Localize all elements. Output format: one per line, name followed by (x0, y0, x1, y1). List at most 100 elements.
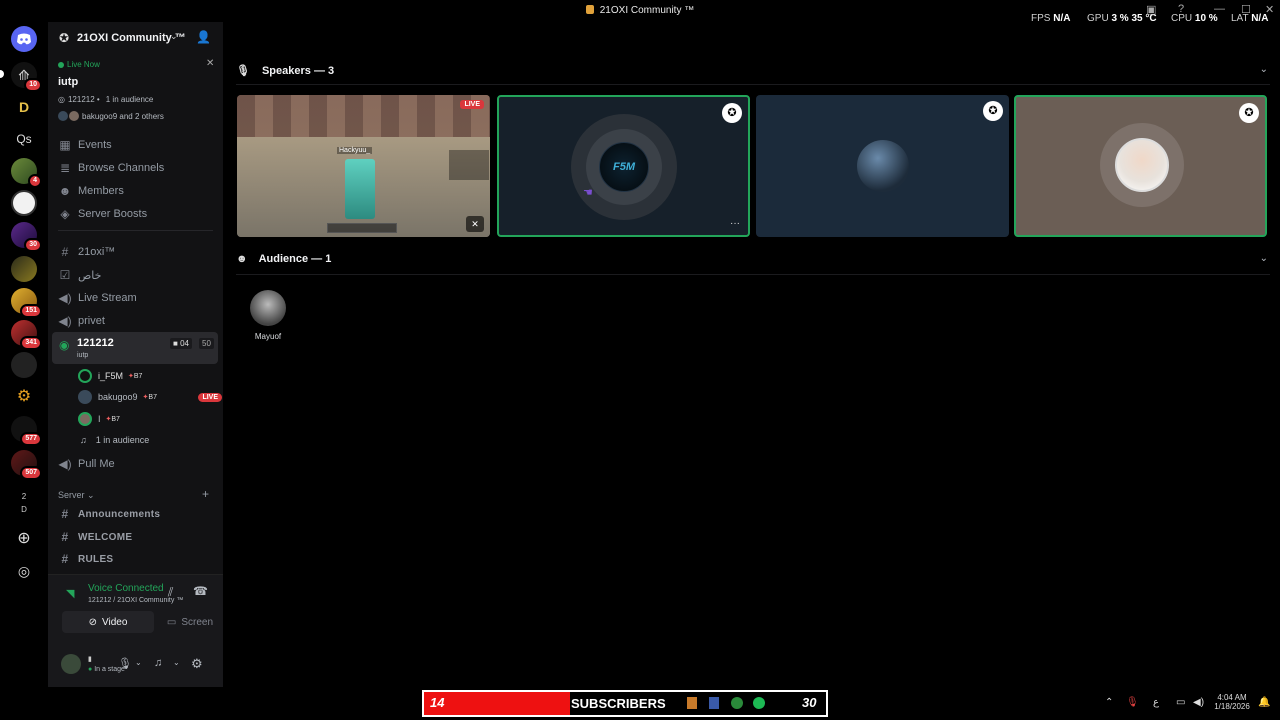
close-window-button[interactable]: ✕ (1265, 3, 1274, 16)
guild-tag: ✦B7 (105, 416, 120, 423)
server-icon[interactable]: 4 (11, 158, 42, 188)
server-header[interactable]: ✪ 21OXI Community ™ ⌄ 👤 (48, 22, 223, 56)
xbox-icon[interactable] (731, 697, 743, 709)
server-icon[interactable]: D (11, 94, 37, 120)
server-icon[interactable]: 151 (11, 288, 42, 318)
add-server-button[interactable]: ⊕ (11, 526, 37, 552)
server-icon[interactable]: ⚙ (11, 384, 37, 410)
add-channel-button[interactable]: + (202, 487, 209, 501)
nav-events[interactable]: ▦ Events (58, 135, 216, 155)
settings-gear-icon[interactable]: ⚙ (191, 656, 203, 672)
live-now-card[interactable]: Live Now ✕ iutp ◎ 121212 • 1 in audience … (56, 58, 216, 122)
channel-21oxi[interactable]: #21oxi™ (58, 242, 216, 262)
server-icon[interactable] (11, 256, 37, 282)
headphones-icon[interactable]: ♫ (154, 657, 162, 669)
volume-icon[interactable]: ◀) (1193, 697, 1204, 708)
server-icon[interactable]: ⟰ 10 (11, 62, 42, 92)
language-indicator[interactable]: ع (1153, 697, 1159, 708)
help-icon[interactable]: ? (1178, 3, 1184, 15)
live-viewers: bakugoo9 and 2 others (58, 111, 164, 121)
chevron-up-icon[interactable]: ⌃ (1105, 697, 1113, 708)
server-folder[interactable]: 2D (11, 490, 37, 516)
category-server[interactable]: Server ⌄ (58, 490, 95, 501)
minimize-button[interactable]: — (1214, 3, 1225, 15)
maximize-button[interactable]: ☐ (1241, 3, 1251, 16)
video-button[interactable]: ⊘ Video (62, 611, 154, 633)
invite-people-icon[interactable]: 👤 (196, 30, 211, 44)
avatar (78, 412, 92, 426)
active-stage-channel[interactable]: ◉ 121212 iutp ■ 04 50 (52, 332, 218, 364)
speaker-icon: ◀) (58, 314, 72, 328)
voice-user[interactable]: bakugoo9 ✦B7 LIVE (78, 388, 222, 406)
nav-browse-channels[interactable]: ≣ Browse Channels (58, 158, 216, 178)
close-icon[interactable]: ✕ (206, 58, 214, 69)
live-now-status: Live Now (58, 60, 100, 69)
disconnect-icon[interactable]: ☎ (193, 584, 208, 598)
server-rail: ⟰ 10 D Qs 4 30 151 341 ⚙ 577 507 2D ⊕ ◎ (0, 22, 48, 687)
avatar[interactable] (61, 654, 81, 674)
text-channel-icon: ☑ (59, 268, 71, 282)
notifications-icon[interactable]: 🔔 (1258, 697, 1270, 708)
channel-pull-me[interactable]: ◀) Pull Me (58, 454, 216, 474)
nav-members[interactable]: ☻ Members (58, 181, 216, 201)
hotbar (327, 223, 397, 233)
channel-privet[interactable]: ◀) privet (58, 311, 216, 331)
app-icon[interactable] (687, 697, 697, 709)
muted-speaker-icon[interactable]: ✕ (466, 216, 484, 232)
channel-announcements[interactable]: # Announcements (58, 504, 216, 524)
microphone-icon[interactable]: 🎙 (1126, 697, 1139, 708)
more-options-icon[interactable]: ··· (730, 218, 740, 229)
calendar-icon: ▦ (59, 138, 71, 152)
discover-button[interactable]: ◎ (11, 558, 37, 584)
server-icon[interactable] (11, 352, 37, 378)
live-badge: LIVE (198, 392, 222, 402)
chevron-down-icon[interactable]: ⌄ (173, 658, 180, 667)
avatar (58, 111, 68, 121)
server-icon[interactable]: 30 (11, 222, 42, 252)
clock[interactable]: 4:04 AM 1/18/2026 (1212, 693, 1252, 711)
inbox-icon[interactable]: ▣ (1146, 3, 1156, 16)
network-icon[interactable]: ▭ (1176, 697, 1185, 708)
chevron-down-icon[interactable]: ⌄ (1260, 253, 1268, 264)
audience-count[interactable]: ♫ 1 in audience (78, 431, 149, 449)
speakers-header[interactable]: 🎙 Speakers — 3 (236, 64, 334, 78)
members-icon: ☻ (236, 253, 248, 265)
voice-user[interactable]: i_F5M ✦B7 (78, 367, 142, 385)
server-icon[interactable]: 341 (11, 320, 42, 350)
noise-suppression-icon[interactable]: ⫽ (168, 585, 173, 600)
unread-pill (0, 70, 4, 78)
channel-sidebar: ✪ 21OXI Community ™ ⌄ 👤 Live Now ✕ iutp … (48, 22, 223, 687)
nav-server-boosts[interactable]: ◈ Server Boosts (58, 204, 216, 224)
discord-home-button[interactable] (11, 26, 37, 52)
screen-share-button[interactable]: ▭ Screen (160, 611, 220, 633)
audience-header[interactable]: ☻ Audience — 1 (236, 253, 331, 265)
chevron-down-icon[interactable]: ⌄ (135, 658, 142, 667)
speaker-tile[interactable]: ✪ (1014, 95, 1267, 237)
screen-icon: ▭ (166, 616, 177, 628)
channel-welcome[interactable]: # WELCOME (58, 527, 216, 547)
server-icon-qs[interactable]: Qs (11, 126, 37, 152)
avatar[interactable] (250, 290, 286, 326)
player-character (345, 159, 375, 219)
guild-tag: ✦B7 (142, 394, 157, 401)
speaker-tile[interactable]: ✪ (756, 95, 1009, 237)
stage-icon: ◉ (59, 338, 70, 352)
server-icon[interactable]: 577 (11, 416, 42, 446)
moderator-icon: ✪ (1239, 103, 1259, 123)
hash-icon: # (61, 530, 69, 544)
channel-rules[interactable]: # RULES (58, 549, 216, 569)
app-icon[interactable] (709, 697, 719, 709)
server-icon[interactable]: 507 (11, 450, 42, 480)
chevron-down-icon[interactable]: ⌄ (1260, 64, 1268, 75)
channel-private-text[interactable]: ☑ خاص (58, 265, 216, 285)
channel-live-stream[interactable]: ◀) Live Stream (58, 288, 216, 308)
player-nametag: Hackyuu_ (337, 147, 373, 154)
list-icon: ≣ (59, 161, 71, 175)
speaker-tile-f5m[interactable]: F5M ✪ ··· ☚ (497, 95, 750, 237)
avatar (78, 369, 92, 383)
stream-tile[interactable]: Hackyuu_ LIVE ✕ (237, 95, 490, 237)
microphone-icon[interactable]: 🎙 (118, 657, 132, 670)
voice-user[interactable]: I ✦B7 (78, 410, 120, 428)
spotify-icon[interactable] (753, 697, 765, 709)
server-icon[interactable] (11, 190, 37, 216)
